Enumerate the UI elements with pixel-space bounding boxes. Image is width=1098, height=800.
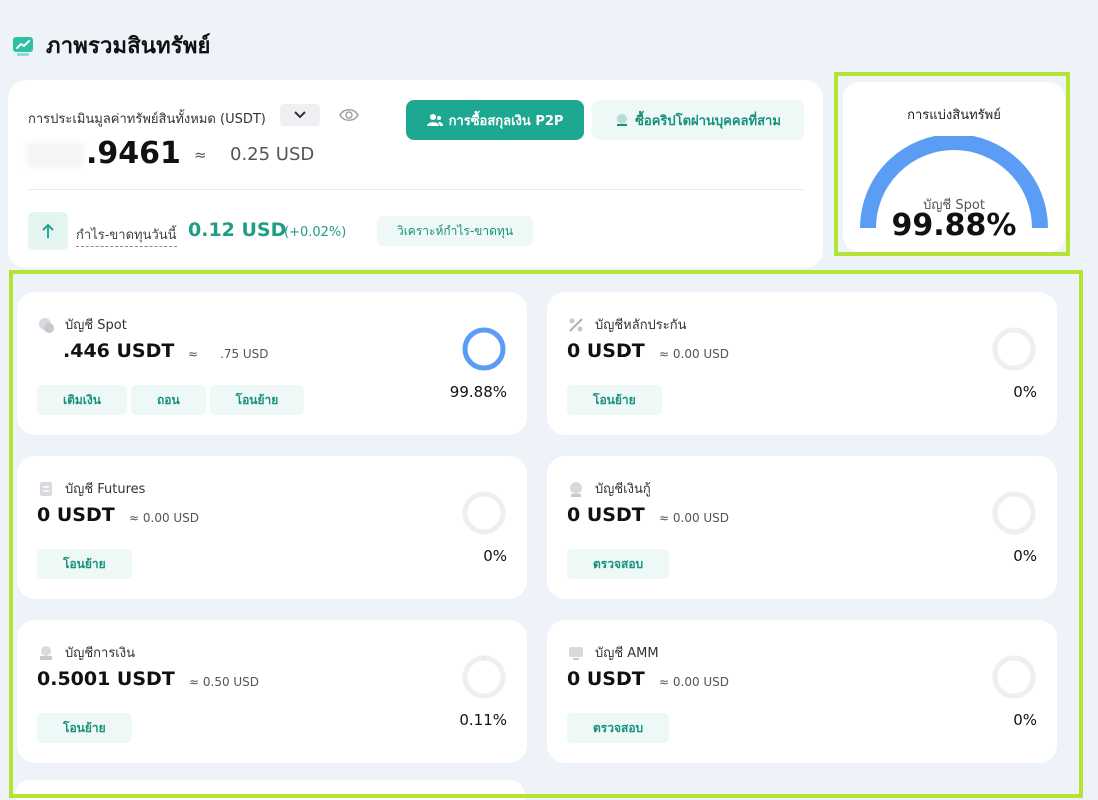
account-actions: ตรวจสอบ — [567, 713, 670, 743]
account-header: บัญชีหลักประกัน — [567, 314, 687, 335]
spot-coin-icon — [39, 317, 54, 333]
p2p-buy-button[interactable]: การซื้อสกุลเงิน P2P — [406, 100, 584, 140]
account-percent: 0% — [1013, 547, 1037, 565]
account-name: บัญชีหลักประกัน — [595, 318, 687, 333]
account-amount: 0 USDT — [567, 340, 645, 362]
account-header: บัญชี Spot — [37, 314, 127, 335]
account-action-button[interactable]: ตรวจสอบ — [567, 549, 670, 579]
account-approx-value: ≈ — [188, 347, 199, 361]
account-percent: 0.11% — [459, 711, 507, 729]
account-approx-value: ≈ 0.50 USD — [189, 675, 260, 689]
account-amount: 0 USDT — [567, 668, 645, 690]
donut-track — [462, 655, 506, 699]
amm-icon — [569, 646, 583, 660]
donut-track — [992, 491, 1036, 535]
next-card-peek — [15, 780, 525, 800]
account-amount: 0 USDT — [567, 504, 645, 526]
account-approx-value: ≈ 0.00 USD — [659, 675, 730, 689]
account-card: บัญชี AMM 0 USDT ≈ 0.00 USD ตรวจสอบ 0% — [547, 620, 1057, 763]
account-percent: 0% — [483, 547, 507, 565]
account-header: บัญชี AMM — [567, 642, 659, 663]
asset-breakdown-card: การแบ่งสินทรัพย์ บัญชี Spot 99.88% — [843, 82, 1065, 252]
allocation-donut — [462, 327, 506, 371]
summary-divider — [28, 189, 804, 190]
page-title: ภาพรวมสินทรัพย์ — [46, 34, 211, 59]
account-header: บัญชีเงินกู้ — [567, 478, 651, 499]
approx-sign: ≈ — [194, 146, 207, 164]
account-amount: 0.5001 USDT — [37, 668, 175, 690]
loan-icon — [570, 481, 582, 497]
finance-icon — [40, 645, 52, 660]
donut-fill — [462, 327, 506, 371]
account-action-button[interactable]: ถอน — [130, 385, 206, 415]
pnl-trend-badge — [28, 212, 68, 250]
account-action-button[interactable]: โอนย้าย — [209, 385, 305, 415]
bank-icon — [617, 114, 628, 126]
page-header: ภาพรวมสินทรัพย์ — [12, 28, 211, 63]
account-header: บัญชี Futures — [37, 478, 145, 499]
account-card: บัญชีเงินกู้ 0 USDT ≈ 0.00 USD ตรวจสอบ 0% — [547, 456, 1057, 599]
account-action-button[interactable]: เติมเงิน — [37, 385, 127, 415]
allocation-donut — [462, 655, 506, 699]
account-actions: โอนย้าย — [37, 549, 132, 579]
account-percent: 99.88% — [449, 383, 507, 401]
gauge-value: 99.88% — [891, 208, 1017, 243]
arrow-up-icon — [42, 223, 54, 238]
eye-icon[interactable] — [338, 104, 360, 126]
asset-breakdown-title: การแบ่งสินทรัพย์ — [907, 108, 1001, 123]
account-action-button[interactable]: ตรวจสอบ — [567, 713, 670, 743]
account-approx-value: ≈ 0.00 USD — [659, 347, 730, 361]
account-name: บัญชีเงินกู้ — [595, 482, 651, 497]
account-amount: .446 USDT — [63, 340, 175, 362]
currency-dropdown[interactable] — [280, 104, 320, 126]
total-balance: .9461 — [86, 136, 181, 171]
account-actions: เติมเงิน ถอน โอนย้าย — [37, 385, 305, 415]
allocation-donut — [992, 327, 1036, 371]
hidden-balance-mask — [26, 142, 84, 168]
account-approx-usd: .75 USD — [220, 347, 269, 361]
account-percent: 0% — [1013, 711, 1037, 729]
account-action-button[interactable]: โอนย้าย — [567, 385, 662, 415]
allocation-donut — [462, 491, 506, 535]
today-pnl-value: 0.12 USD — [188, 219, 287, 241]
account-header: บัญชีการเงิน — [37, 642, 135, 663]
asset-summary-card: การประเมินมูลค่าทรัพย์สินทั้งหมด (USDT) … — [8, 80, 823, 268]
today-pnl-label[interactable]: กำไร-ขาดทุนวันนี้ — [76, 224, 177, 247]
account-percent: 0% — [1013, 383, 1037, 401]
account-name: บัญชีการเงิน — [65, 646, 135, 661]
account-actions: ตรวจสอบ — [567, 549, 670, 579]
donut-track — [992, 655, 1036, 699]
account-card: บัญชีการเงิน 0.5001 USDT ≈ 0.50 USD โอนย้าย… — [17, 620, 527, 763]
futures-icon — [40, 481, 52, 496]
account-card: บัญชีหลักประกัน 0 USDT ≈ 0.00 USD โอนย้าย 0% — [547, 292, 1057, 435]
chart-up-icon — [13, 36, 33, 56]
allocation-donut — [992, 655, 1036, 699]
account-name: บัญชี Futures — [65, 482, 146, 497]
collateral-icon — [569, 317, 583, 332]
third-party-buy-button[interactable]: ซื้อคริปโตผ่านบุคคลที่สาม — [592, 100, 804, 140]
chevron-down-icon — [294, 111, 306, 119]
total-balance-usd: 0.25 USD — [230, 144, 315, 165]
account-approx-value: ≈ 0.00 USD — [129, 511, 200, 525]
account-name: บัญชี Spot — [65, 318, 127, 333]
account-approx-value: ≈ 0.00 USD — [659, 511, 730, 525]
total-valuation-label: การประเมินมูลค่าทรัพย์สินทั้งหมด (USDT) — [28, 112, 266, 127]
account-card: บัญชี Futures 0 USDT ≈ 0.00 USD โอนย้าย 0% — [17, 456, 527, 599]
account-card: บัญชี Spot .446 USDT ≈ .75 USD เติมเงิน ถอน โอ… — [17, 292, 527, 435]
third-party-buy-label: ซื้อคริปโตผ่านบุคคลที่สาม — [635, 113, 781, 129]
donut-track — [992, 327, 1036, 371]
donut-track — [462, 491, 506, 535]
account-actions: โอนย้าย — [37, 713, 132, 743]
account-action-button[interactable]: โอนย้าย — [37, 713, 132, 743]
account-actions: โอนย้าย — [567, 385, 662, 415]
today-pnl-percent: (+0.02%) — [284, 225, 347, 240]
users-icon — [426, 114, 443, 126]
account-action-button[interactable]: โอนย้าย — [37, 549, 132, 579]
account-name: บัญชี AMM — [595, 646, 659, 661]
p2p-buy-label: การซื้อสกุลเงิน P2P — [448, 113, 564, 129]
account-amount: 0 USDT — [37, 504, 115, 526]
allocation-donut — [992, 491, 1036, 535]
pnl-analysis-button[interactable]: วิเคราะห์กำไร-ขาดทุน — [377, 216, 533, 246]
